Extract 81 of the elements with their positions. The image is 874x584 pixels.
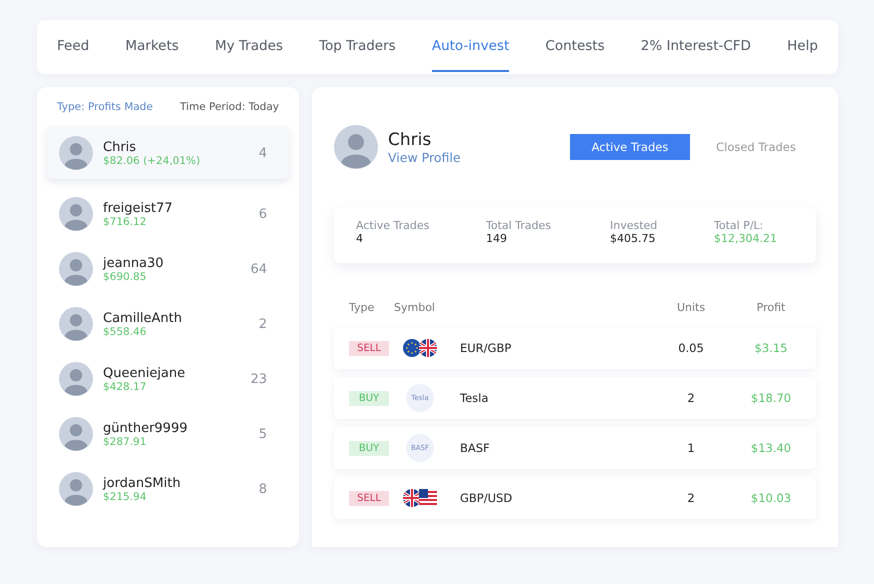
avatar-icon: [59, 472, 93, 506]
period-filter[interactable]: Time Period: Today: [180, 99, 279, 115]
nav-tab[interactable]: Auto-invest: [432, 22, 510, 72]
trades-tab[interactable]: Active Trades: [570, 134, 690, 160]
trade-count: 2: [258, 316, 267, 332]
stat-label: Invested: [610, 219, 658, 232]
currency-flags-icon: [402, 338, 438, 358]
nav-tab[interactable]: Contests: [545, 22, 605, 72]
type-filter[interactable]: Type: Profits Made: [57, 99, 153, 115]
trader-profit: $716.12: [103, 216, 148, 228]
profit-value: $18.70: [750, 391, 792, 405]
trader-name: jeanna30: [103, 256, 165, 270]
trader-profit: $690.85: [103, 270, 148, 282]
trader-item[interactable]: jeanna30 $690.85 64: [47, 245, 289, 293]
trader-item[interactable]: günther9999 $287.91 5: [47, 410, 289, 458]
trade-type-badge: BUY: [349, 440, 389, 456]
symbol-name: EUR/GBP: [459, 341, 512, 355]
trader-profit: $558.46: [103, 326, 148, 338]
avatar-icon: [59, 252, 93, 286]
nav-tab[interactable]: Top Traders: [319, 22, 396, 72]
profit-value: $3.15: [754, 341, 788, 355]
trade-count: 8: [258, 482, 267, 496]
stat-value: 149: [486, 232, 508, 245]
profit-value: $13.40: [750, 441, 792, 455]
column-header: Type: [348, 300, 376, 314]
trade-count: 23: [250, 372, 267, 386]
trade-count: 5: [258, 426, 267, 442]
symbol-name: BASF: [459, 441, 491, 455]
column-header: Symbol: [394, 300, 436, 314]
nav-tab[interactable]: My Trades: [214, 22, 283, 72]
trader-profit: $287.91: [103, 436, 148, 448]
avatar-icon: [59, 417, 93, 451]
trade-type-badge: SELL: [349, 340, 389, 356]
trader-name: Queeniejane: [103, 366, 186, 380]
trader-name: freigeist77: [103, 200, 174, 216]
profile-name: Chris: [388, 130, 432, 150]
symbol-name: GBP/USD: [459, 491, 514, 505]
nav-tab[interactable]: Markets: [125, 22, 179, 72]
trader-name: günther9999: [103, 420, 188, 436]
trader-item[interactable]: jordanSMith $215.94 8: [47, 465, 289, 513]
stat-value: 4: [356, 232, 364, 245]
avatar-icon: [59, 136, 93, 170]
trader-name: jordanSMith: [103, 476, 182, 490]
trade-count: 4: [258, 146, 267, 160]
trade-row[interactable]: SELL EUR/GBP 0.05 $3.15: [334, 327, 816, 369]
trade-row[interactable]: SELL GBP/USD 2 $10.03: [334, 477, 816, 519]
units-value: 0.05: [677, 341, 705, 355]
units-value: 2: [686, 491, 696, 505]
stat-value: $12,304.21: [714, 232, 777, 245]
avatar-icon: [59, 307, 93, 341]
currency-flags-icon: [402, 488, 438, 508]
trader-profit: $428.17: [103, 380, 148, 392]
column-header: Units: [676, 300, 706, 314]
profit-value: $10.03: [750, 491, 792, 505]
symbol-name: Tesla: [459, 391, 490, 405]
trade-type-badge: SELL: [349, 490, 389, 506]
avatar-icon: [59, 362, 93, 396]
trade-type-badge: BUY: [349, 390, 389, 406]
trader-item[interactable]: freigeist77 $716.12 6: [47, 190, 289, 238]
trader-name: CamilleAnth: [103, 310, 184, 326]
avatar-icon: [59, 197, 93, 231]
view-profile-link[interactable]: View Profile: [388, 150, 570, 164]
avatar-icon: [334, 125, 378, 169]
trader-profit: $215.94: [103, 490, 148, 502]
stat-value: $405.75: [610, 232, 656, 245]
nav-tab[interactable]: 2% Interest-CFD: [640, 22, 751, 72]
trader-item[interactable]: CamilleAnth $558.46 2: [47, 300, 289, 348]
nav-tab[interactable]: Feed: [57, 22, 90, 72]
units-value: 1: [686, 441, 696, 455]
trade-count: 6: [258, 206, 267, 222]
trade-count: 64: [250, 262, 267, 276]
trader-profit: $82.06 (+24,01%): [103, 154, 202, 166]
stat-label: Total Trades: [486, 219, 552, 232]
stat-label: Total P/L:: [714, 219, 764, 232]
nav-tab[interactable]: Help: [787, 22, 818, 72]
trader-item[interactable]: Queeniejane $428.17 23: [47, 355, 289, 403]
units-value: 2: [686, 391, 696, 405]
trader-item[interactable]: Chris $82.06 (+24,01%) 4: [47, 127, 289, 179]
trader-name: Chris: [103, 140, 138, 154]
column-header: Profit: [756, 300, 786, 314]
stat-label: Active Trades: [356, 219, 430, 232]
